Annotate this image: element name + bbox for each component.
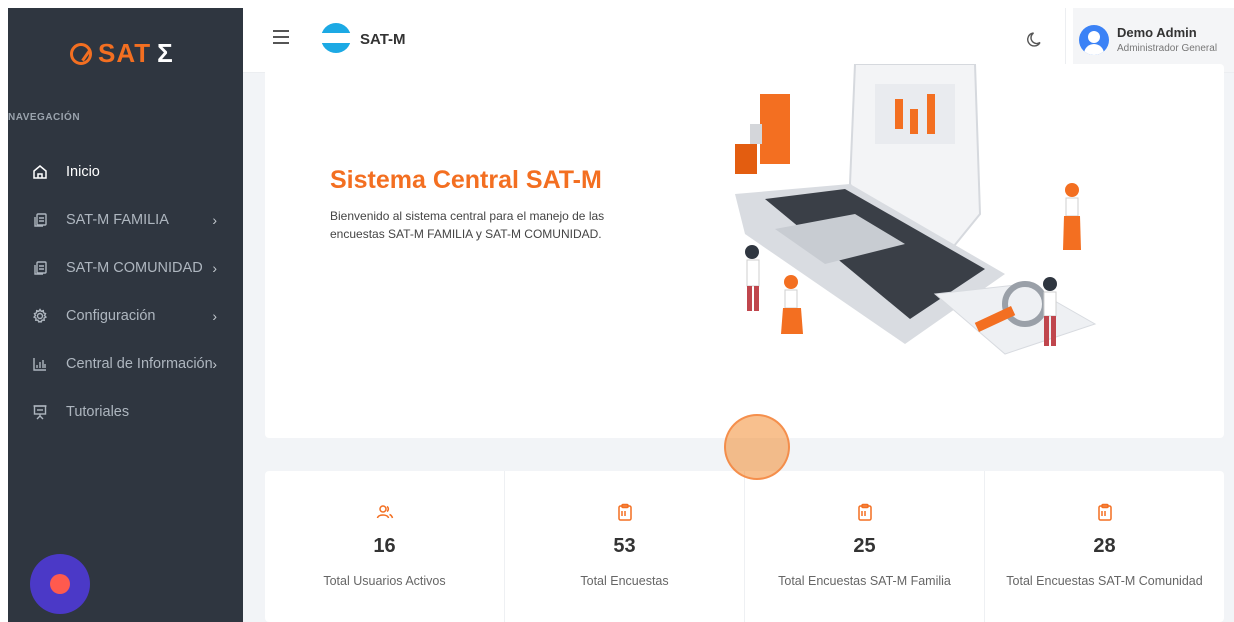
dark-mode-moon-icon[interactable] [1026,30,1044,48]
stat-card: 28 Total Encuestas SAT-M Comunidad [985,471,1224,622]
user-role: Administrador General [1117,43,1218,54]
sidebar-item-sat-m-comunidad[interactable]: SAT-M COMUNIDAD › [8,244,243,292]
nav-heading: NAVEGACIÓN [8,112,81,123]
clipboard-icon [1097,503,1112,521]
record-dot-icon [50,574,70,594]
avatar [1079,25,1109,55]
stat-card: 53 Total Encuestas [505,471,745,622]
stat-card: 16 Total Usuarios Activos [265,471,505,622]
clipboard-icon [857,503,872,521]
bar-chart-icon [32,356,48,372]
sidebar-item-tutoriales[interactable]: Tutoriales [8,388,243,436]
stat-label: Total Encuestas [580,574,669,588]
stat-label: Total Encuestas SAT-M Comunidad [1006,574,1203,588]
sidebar-item-label: SAT-M FAMILIA [66,212,169,228]
menu-toggle-icon[interactable] [273,30,289,44]
welcome-description: Bienvenido al sistema central para el ma… [330,209,605,241]
sidebar-item-label: Central de Información [66,356,213,372]
stat-label: Total Encuestas SAT-M Familia [778,574,951,588]
floating-action-button[interactable] [30,554,90,614]
chevron-right-icon: › [212,356,217,372]
documents-icon [32,212,48,228]
welcome-card: Sistema Central SAT-M Bienvenido al sist… [265,64,1224,438]
chevron-right-icon: › [212,212,217,228]
stat-value: 25 [853,535,876,557]
sidebar-item-sat-m-familia[interactable]: SAT-M FAMILIA › [8,196,243,244]
stats-row: 16 Total Usuarios Activos 53 Total Encue… [265,471,1224,622]
sidebar-item-label: Configuración [66,308,156,324]
user-menu[interactable]: Demo Admin Administrador General [1073,8,1234,72]
logo-mark-icon [70,42,92,65]
chevron-right-icon: › [212,308,217,324]
logo-sigma-icon: Σ [157,38,174,68]
app-frame: SAT Σ NAVEGACIÓN Inicio SAT-M FAMILIA › [8,8,1234,622]
user-name: Demo Admin [1117,25,1197,40]
click-indicator [724,414,790,480]
clipboard-icon [617,503,632,521]
welcome-title: Sistema Central SAT-M [330,166,602,194]
app-title: SAT-M [360,31,406,48]
stat-value: 16 [373,535,396,557]
presentation-icon [32,404,48,420]
gear-icon [32,308,48,324]
sidebar-nav: Inicio SAT-M FAMILIA › SAT-M COMUNIDAD › [8,148,243,436]
users-icon [376,505,393,519]
logo-text: SAT [98,38,152,68]
laptop-illustration [735,64,1097,355]
chevron-right-icon: › [212,260,217,276]
logo[interactable]: SAT Σ [70,38,174,69]
stat-card: 25 Total Encuestas SAT-M Familia [745,471,985,622]
stat-value: 53 [613,535,636,557]
documents-icon [32,260,48,276]
sidebar-item-configuracion[interactable]: Configuración › [8,292,243,340]
topbar-divider [1065,8,1066,72]
honduras-flag-icon [321,23,351,53]
home-icon [32,164,48,180]
stat-value: 28 [1093,535,1116,557]
sidebar-item-label: SAT-M COMUNIDAD [66,260,203,276]
sidebar: SAT Σ NAVEGACIÓN Inicio SAT-M FAMILIA › [8,8,243,622]
sidebar-item-inicio[interactable]: Inicio [8,148,243,196]
stat-label: Total Usuarios Activos [323,574,446,588]
sidebar-item-label: Inicio [66,164,100,180]
sidebar-item-central-informacion[interactable]: Central de Información › [8,340,243,388]
sidebar-item-label: Tutoriales [66,404,130,420]
